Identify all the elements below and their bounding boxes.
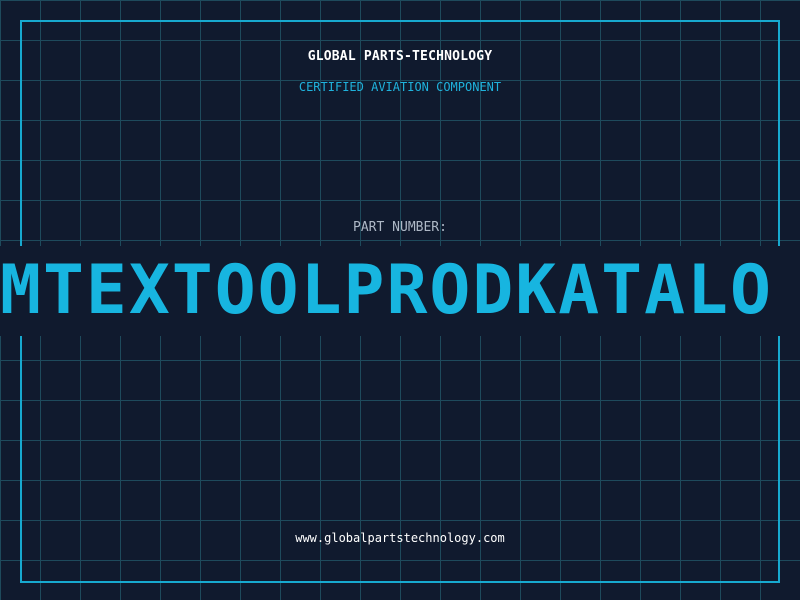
part-number-label: PART NUMBER: — [353, 220, 447, 235]
part-number-band: MTEXTOOLPRODKATALO — [0, 246, 800, 336]
certification-tagline: CERTIFIED AVIATION COMPONENT — [298, 80, 502, 94]
website-url: www.globalpartstechnology.com — [295, 531, 505, 545]
part-number-value: MTEXTOOLPRODKATALO — [0, 251, 773, 330]
company-name: GLOBAL PARTS-TECHNOLOGY — [307, 49, 493, 64]
certificate-card: GLOBAL PARTS-TECHNOLOGY CERTIFIED AVIATI… — [0, 0, 800, 600]
